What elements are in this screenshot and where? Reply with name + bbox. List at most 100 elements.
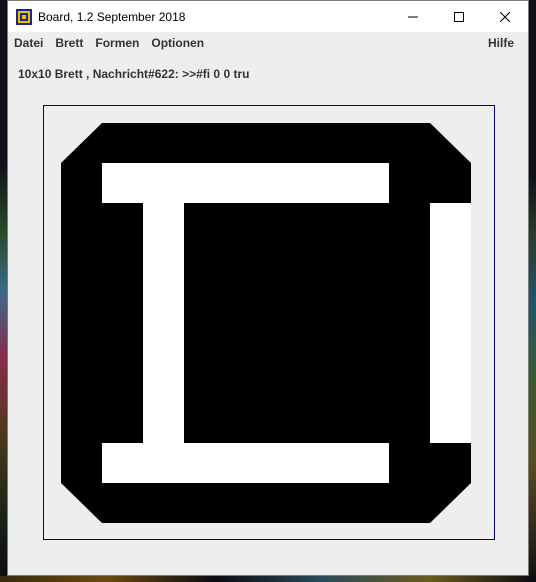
board-cell-filled[interactable] — [389, 163, 431, 204]
board-cell-filled[interactable] — [348, 403, 390, 444]
board-cell-filled[interactable] — [143, 123, 185, 164]
board-cell-empty[interactable] — [307, 163, 349, 204]
board-cell-empty[interactable] — [143, 323, 185, 364]
board-cell-filled[interactable] — [184, 323, 226, 364]
board-cell-filled[interactable] — [61, 323, 103, 364]
board-cell-filled[interactable] — [266, 403, 308, 444]
board-cell-empty[interactable] — [307, 443, 349, 484]
board-cell-empty[interactable] — [143, 243, 185, 284]
board-cell-filled[interactable] — [102, 203, 144, 244]
board-cell-filled[interactable] — [225, 243, 267, 284]
board-cell-filled[interactable] — [61, 203, 103, 244]
board-cell-filled[interactable] — [102, 283, 144, 324]
close-button[interactable] — [482, 1, 528, 32]
board-cell-filled[interactable] — [61, 363, 103, 404]
board-cell-filled[interactable] — [430, 163, 471, 204]
board-cell-empty[interactable] — [430, 323, 471, 364]
board-cell-filled[interactable] — [389, 363, 431, 404]
board-cell-empty[interactable] — [266, 443, 308, 484]
board-cell-filled[interactable] — [389, 443, 431, 484]
board-cell-filled[interactable] — [184, 403, 226, 444]
board-cell-empty[interactable] — [143, 283, 185, 324]
board-cell-filled[interactable] — [389, 403, 431, 444]
board-cell-filled[interactable] — [184, 363, 226, 404]
board-cell-empty[interactable] — [184, 443, 226, 484]
board-cell-empty[interactable] — [430, 243, 471, 284]
board-cell-filled[interactable] — [102, 243, 144, 284]
board-cell-filled[interactable] — [348, 123, 390, 164]
board-cell-filled[interactable] — [225, 363, 267, 404]
board-cell-filled[interactable] — [184, 203, 226, 244]
board-cell-filled[interactable] — [348, 363, 390, 404]
board-cell-filled[interactable] — [348, 243, 390, 284]
board-cell-empty[interactable] — [143, 443, 185, 484]
board-cell-filled[interactable] — [102, 323, 144, 364]
board-cell-filled[interactable] — [184, 483, 226, 523]
board-cell-filled[interactable] — [266, 123, 308, 164]
menu-datei[interactable]: Datei — [8, 36, 49, 50]
menu-optionen[interactable]: Optionen — [145, 36, 210, 50]
board-cell-empty[interactable] — [102, 163, 144, 204]
board-cell-filled[interactable] — [307, 283, 349, 324]
maximize-button[interactable] — [436, 1, 482, 32]
board-cell-empty[interactable] — [225, 443, 267, 484]
board-cell-filled[interactable] — [184, 283, 226, 324]
board-cell-filled[interactable] — [61, 243, 103, 284]
board-cell-filled[interactable] — [225, 403, 267, 444]
board-cell-filled[interactable] — [225, 203, 267, 244]
board-cell-filled[interactable] — [389, 483, 431, 523]
board-cell-filled[interactable] — [307, 483, 349, 523]
board-cell-empty[interactable] — [102, 443, 144, 484]
board-cell-filled[interactable] — [266, 483, 308, 523]
board-cell-filled[interactable] — [184, 123, 226, 164]
board-cell-empty[interactable] — [143, 403, 185, 444]
board-cell-filled[interactable] — [225, 483, 267, 523]
board-cell-filled[interactable] — [102, 483, 144, 523]
title-bar[interactable]: Board, 1.2 September 2018 — [8, 1, 528, 32]
board-cell-filled[interactable] — [307, 403, 349, 444]
board-cell-filled[interactable] — [225, 283, 267, 324]
board-cell-filled[interactable] — [61, 283, 103, 324]
board-cell-empty[interactable] — [430, 203, 471, 244]
board-cell-filled[interactable] — [389, 283, 431, 324]
board-cell-filled[interactable] — [430, 443, 471, 484]
board-cell-filled[interactable] — [266, 283, 308, 324]
board-cell-filled[interactable] — [307, 363, 349, 404]
board-cell-filled[interactable] — [348, 203, 390, 244]
board-cell-filled[interactable] — [389, 243, 431, 284]
board-cell-filled[interactable] — [266, 363, 308, 404]
board-cell-filled[interactable] — [307, 243, 349, 284]
board-cell-filled[interactable] — [348, 283, 390, 324]
board-app-icon[interactable] — [16, 8, 32, 25]
board-cell-empty[interactable] — [266, 163, 308, 204]
board-cell-filled[interactable] — [61, 443, 103, 484]
board-cell-empty[interactable] — [225, 163, 267, 204]
board-cell-empty[interactable] — [430, 403, 471, 444]
board-cell-filled[interactable] — [225, 123, 267, 164]
menu-brett[interactable]: Brett — [49, 36, 89, 50]
menu-formen[interactable]: Formen — [89, 36, 145, 50]
board-cell-filled[interactable] — [61, 163, 103, 204]
board-cell-empty[interactable] — [430, 283, 471, 324]
board-cell-empty[interactable] — [430, 363, 471, 404]
board-cell-filled[interactable] — [266, 243, 308, 284]
board-cell-filled[interactable] — [143, 483, 185, 523]
board-cell-empty[interactable] — [143, 363, 185, 404]
board-cell-filled[interactable] — [102, 123, 144, 164]
board-cell-filled[interactable] — [389, 123, 431, 164]
board-cell-filled[interactable] — [266, 203, 308, 244]
board-cell-filled[interactable] — [225, 323, 267, 364]
board-cell-filled[interactable] — [184, 243, 226, 284]
board-cell-filled[interactable] — [102, 403, 144, 444]
board-cell-filled[interactable] — [102, 363, 144, 404]
board-cell-empty[interactable] — [348, 163, 390, 204]
board-cell-empty[interactable] — [143, 163, 185, 204]
board-cell-filled[interactable] — [307, 323, 349, 364]
board-cell-filled[interactable] — [61, 403, 103, 444]
board-grid[interactable] — [61, 123, 471, 523]
board-cell-empty[interactable] — [143, 203, 185, 244]
board-cell-filled[interactable] — [307, 203, 349, 244]
board-cell-filled[interactable] — [348, 323, 390, 364]
board-cell-filled[interactable] — [348, 483, 390, 523]
board-cell-filled[interactable] — [307, 123, 349, 164]
